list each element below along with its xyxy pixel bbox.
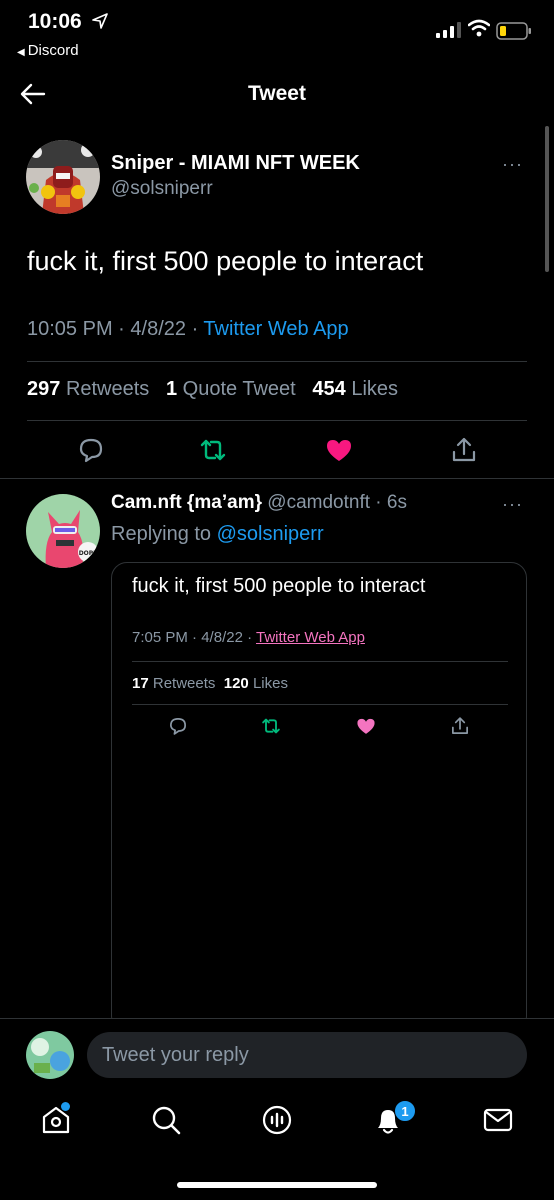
meta-separator: · — [247, 629, 257, 646]
my-avatar[interactable] — [26, 1031, 74, 1079]
reply-header: Cam.nft {ma’am} @camdotnft · 6s — [111, 492, 407, 514]
reply-author-name[interactable]: Cam.nft {ma’am} — [111, 492, 262, 513]
home-new-dot — [61, 1102, 70, 1111]
reply-input[interactable] — [87, 1032, 527, 1078]
top-header: Tweet — [0, 66, 554, 124]
reply-age: 6s — [386, 492, 407, 513]
quoted-retweet-icon — [262, 718, 280, 734]
reply-composer-bar — [0, 1018, 554, 1090]
quoted-source-link[interactable]: Twitter Web App — [256, 629, 365, 646]
divider — [132, 661, 508, 662]
divider — [27, 361, 527, 362]
tweet-time: 10:05 PM — [27, 318, 113, 340]
tweet-date: 4/8/22 — [130, 318, 186, 340]
location-arrow-icon — [92, 13, 108, 29]
meta-separator: · — [191, 318, 204, 340]
robot-avatar-icon — [26, 140, 100, 214]
retweets-label: Retweets — [65, 378, 150, 400]
cat-avatar-icon: DOPE — [26, 494, 100, 568]
search-icon[interactable] — [150, 1104, 182, 1136]
quote-count: 1 — [165, 378, 178, 400]
quoted-date: 4/8/22 — [201, 629, 243, 646]
divider — [132, 704, 508, 705]
tweet-source-link[interactable]: Twitter Web App — [203, 318, 348, 340]
quoted-tweet-card[interactable]: fuck it, first 500 people to interact 7:… — [111, 562, 527, 1032]
likes-stat[interactable]: 454 Likes — [312, 378, 398, 400]
meta-separator: · — [118, 318, 131, 340]
retweets-count: 297 — [27, 378, 61, 400]
quoted-share-icon — [452, 717, 468, 734]
bottom-nav: 1 — [0, 1090, 554, 1200]
quoted-retweets-count: 17 — [132, 675, 149, 692]
retweet-icon[interactable] — [199, 436, 227, 464]
replying-to-link[interactable]: @solsniperr — [217, 523, 324, 545]
divider — [27, 420, 527, 421]
avatar-dope-text: DOPE — [79, 550, 98, 557]
status-bar: 10:06 ◀ Discord — [0, 0, 554, 66]
scrollbar[interactable] — [545, 126, 549, 272]
quoted-tweet-meta: 7:05 PM · 4/8/22 · Twitter Web App — [132, 629, 365, 646]
reply-author-handle[interactable]: @camdotnft — [267, 492, 370, 513]
meta-separator: · — [192, 629, 202, 646]
wifi-icon — [468, 19, 490, 37]
like-icon[interactable] — [325, 436, 353, 464]
quoted-like-icon — [357, 718, 375, 734]
quoted-time: 7:05 PM — [132, 629, 188, 646]
notification-badge: 1 — [394, 1100, 416, 1122]
status-time: 10:06 — [28, 10, 82, 33]
messages-icon[interactable] — [482, 1104, 514, 1136]
reply-more-options-icon[interactable]: ··· — [502, 494, 523, 515]
page-title: Tweet — [248, 82, 306, 105]
retweets-stat[interactable]: 297 Retweets — [27, 378, 149, 400]
quoted-likes-count: 120 — [223, 675, 249, 692]
back-to-app-link[interactable]: ◀ Discord — [17, 42, 79, 59]
replying-label: Replying to — [111, 523, 212, 545]
quoted-stats: 17 Retweets 120 Likes — [132, 675, 288, 692]
meta-separator: · — [375, 492, 382, 513]
author-avatar[interactable] — [26, 140, 100, 214]
quoted-likes-label: Likes — [252, 675, 288, 692]
back-triangle-icon: ◀ — [17, 47, 25, 58]
likes-count: 454 — [312, 378, 346, 400]
reply-icon[interactable] — [77, 436, 105, 464]
reply-author-avatar[interactable]: DOPE — [26, 494, 100, 568]
quote-label: Quote Tweet — [182, 378, 296, 400]
likes-label: Likes — [351, 378, 399, 400]
quote-stat[interactable]: 1 Quote Tweet — [166, 378, 296, 400]
battery-icon — [496, 22, 531, 40]
cellular-signal-icon — [436, 22, 461, 38]
home-indicator[interactable] — [177, 1182, 377, 1188]
quoted-retweets-label: Retweets — [152, 675, 216, 692]
divider — [0, 478, 554, 479]
quoted-reply-icon — [170, 718, 186, 735]
quoted-tweet-text: fuck it, first 500 people to interact — [132, 575, 426, 597]
replying-to: Replying to @solsniperr — [111, 523, 324, 546]
tweet-text: fuck it, first 500 people to interact — [27, 246, 424, 276]
tweet-stats: 297 Retweets 1 Quote Tweet 454 Likes — [27, 378, 398, 401]
more-options-icon[interactable]: ··· — [502, 154, 523, 175]
author-name[interactable]: Sniper - MIAMI NFT WEEK — [111, 152, 360, 175]
share-icon[interactable] — [450, 436, 478, 464]
tweet-meta: 10:05 PM · 4/8/22 · Twitter Web App — [27, 318, 349, 341]
user-avatar-icon — [26, 1031, 74, 1079]
author-handle[interactable]: @solsniperr — [111, 178, 213, 200]
spaces-icon[interactable] — [261, 1104, 293, 1136]
back-app-label: Discord — [27, 42, 79, 59]
